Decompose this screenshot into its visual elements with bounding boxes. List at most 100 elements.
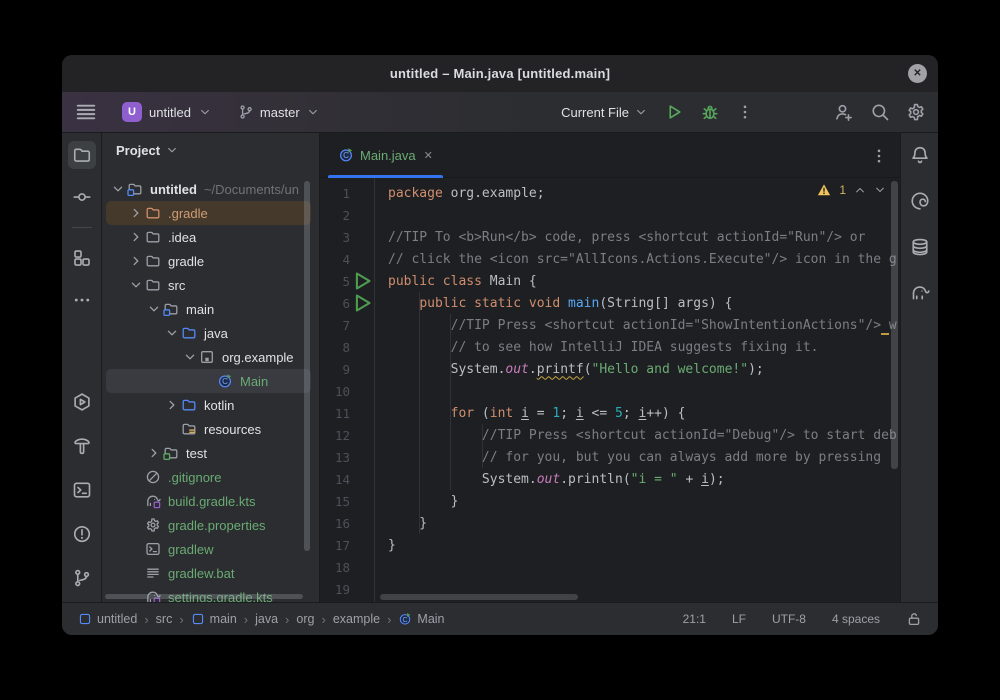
project-panel-header[interactable]: Project: [102, 133, 319, 167]
chevron-down-icon[interactable]: [128, 277, 144, 293]
tree-item-test[interactable]: test: [102, 441, 311, 465]
breadcrumb-src[interactable]: src: [156, 612, 173, 626]
run-button[interactable]: [664, 102, 684, 122]
unlocked-icon[interactable]: [906, 611, 922, 627]
chevron-right-icon[interactable]: [164, 397, 180, 413]
chevron-down-icon: [634, 105, 648, 119]
tree-item-main[interactable]: C Main: [106, 369, 311, 393]
line-number: 16: [334, 515, 350, 531]
line-number: 14: [334, 471, 350, 487]
commit-button[interactable]: [68, 183, 96, 211]
tab-close-icon[interactable]: ✕: [424, 149, 433, 162]
chevron-down-icon[interactable]: [110, 181, 126, 197]
search-everywhere-button[interactable]: [870, 102, 890, 122]
run-line-icon[interactable]: [350, 272, 374, 290]
file-encoding[interactable]: UTF-8: [772, 612, 806, 626]
debug-button[interactable]: [700, 102, 720, 122]
more-actions-button[interactable]: [736, 103, 754, 121]
code-with-me-button[interactable]: [834, 102, 854, 122]
code-line-1: 1 package org.example;: [320, 182, 900, 204]
breadcrumb-separator: ›: [387, 611, 392, 627]
ai-assistant-button[interactable]: [906, 187, 934, 215]
chevron-down-icon[interactable]: [182, 349, 198, 365]
vcs-branch-widget[interactable]: master: [238, 104, 320, 120]
gradle-elephant-button[interactable]: [906, 279, 934, 307]
project-widget[interactable]: U untitled: [122, 102, 212, 122]
tree-item-java[interactable]: java: [102, 321, 311, 345]
chevron-up-icon[interactable]: [854, 184, 866, 196]
editor-scrollbar-horizontal[interactable]: [380, 594, 578, 600]
warning-count: 1: [839, 183, 846, 197]
tree-item-gitignore[interactable]: .gitignore: [102, 465, 311, 489]
line-separator[interactable]: LF: [732, 612, 746, 626]
indent-style[interactable]: 4 spaces: [832, 612, 880, 626]
chevron-down-icon[interactable]: [164, 325, 180, 341]
chevron-down-icon[interactable]: [146, 301, 162, 317]
tree-item-gradle[interactable]: .gradle: [106, 201, 311, 225]
breadcrumb-untitled[interactable]: untitled: [78, 612, 137, 626]
tree-item-untitled[interactable]: untitled ~/Documents/un: [102, 177, 311, 201]
run-configuration-selector[interactable]: Current File: [561, 105, 648, 120]
tree-item-label: test: [186, 445, 207, 461]
tree-item-label: .idea: [168, 229, 197, 245]
breadcrumb-example[interactable]: example: [333, 612, 380, 626]
run-line-icon[interactable]: [350, 294, 374, 312]
tree-item-idea[interactable]: .idea: [102, 225, 311, 249]
services-button[interactable]: [68, 388, 96, 416]
breadcrumb-org[interactable]: org: [296, 612, 314, 626]
chevron-down-icon[interactable]: [874, 184, 886, 196]
tree-item-kotlin[interactable]: kotlin: [102, 393, 311, 417]
code-line-2: 2: [320, 204, 900, 226]
left-stripe-bottom-group: [68, 388, 96, 592]
version-control-button[interactable]: [68, 564, 96, 592]
tree-item-gradle-properties[interactable]: gradle.properties: [102, 513, 311, 537]
tree-item-label: .gradle: [168, 205, 208, 221]
terminal-button[interactable]: [68, 476, 96, 504]
settings-button[interactable]: [906, 102, 926, 122]
close-icon: ✕: [913, 68, 922, 79]
build-hammer-button[interactable]: [68, 432, 96, 460]
chevron-right-icon[interactable]: [128, 253, 144, 269]
tree-item-label: untitled: [150, 181, 197, 197]
project-scrollbar-horizontal[interactable]: [105, 594, 303, 599]
problems-button[interactable]: [68, 520, 96, 548]
caret-position[interactable]: 21:1: [683, 612, 706, 626]
tree-item-src[interactable]: src: [102, 273, 311, 297]
code-line-10: 10: [320, 380, 900, 402]
code-editor[interactable]: 1 package org.example; 2 3 //TIP To <b>Run</…: [320, 178, 900, 602]
structure-icon: [72, 248, 92, 268]
chevron-right-icon[interactable]: [128, 229, 144, 245]
project-scrollbar-vertical[interactable]: [304, 181, 310, 551]
tree-item-gradlew[interactable]: gradlew: [102, 537, 311, 561]
status-widgets: 21:1 LF UTF-8 4 spaces: [683, 611, 922, 627]
tree-item-org-example[interactable]: org.example: [102, 345, 311, 369]
window-close-button[interactable]: ✕: [908, 64, 927, 83]
tab-options-button[interactable]: [870, 147, 888, 165]
breadcrumb-main[interactable]: main: [191, 612, 237, 626]
line-number: 7: [342, 317, 350, 333]
notifications-bell-button[interactable]: [906, 141, 934, 169]
tree-item-resources[interactable]: resources: [102, 417, 311, 441]
editor-scrollbar-vertical[interactable]: [891, 181, 898, 469]
tree-item-gradlew-bat[interactable]: gradlew.bat: [102, 561, 311, 585]
main-menu-icon[interactable]: [74, 100, 98, 124]
project-folder-icon: [72, 145, 92, 165]
inspections-widget[interactable]: 1: [817, 183, 886, 197]
chevron-right-icon[interactable]: [146, 445, 162, 461]
line-number: 15: [334, 493, 350, 509]
breadcrumb-java[interactable]: java: [255, 612, 278, 626]
chevron-down-icon: [198, 105, 212, 119]
code-line-17: 17}: [320, 534, 900, 556]
tree-item-build-gradle-kts[interactable]: build.gradle.kts: [102, 489, 311, 513]
tab-main-java[interactable]: C Main.java ✕: [328, 133, 443, 178]
breadcrumb-main[interactable]: C Main: [398, 612, 445, 626]
tab-label: Main.java: [360, 147, 416, 163]
chevron-right-icon[interactable]: [128, 205, 144, 221]
more-horizontal-button[interactable]: [68, 286, 96, 314]
structure-button[interactable]: [68, 244, 96, 272]
project-folder-button[interactable]: [67, 141, 96, 169]
database-button[interactable]: [906, 233, 934, 261]
tree-item-gradle[interactable]: gradle: [102, 249, 311, 273]
tree-item-main[interactable]: main: [102, 297, 311, 321]
